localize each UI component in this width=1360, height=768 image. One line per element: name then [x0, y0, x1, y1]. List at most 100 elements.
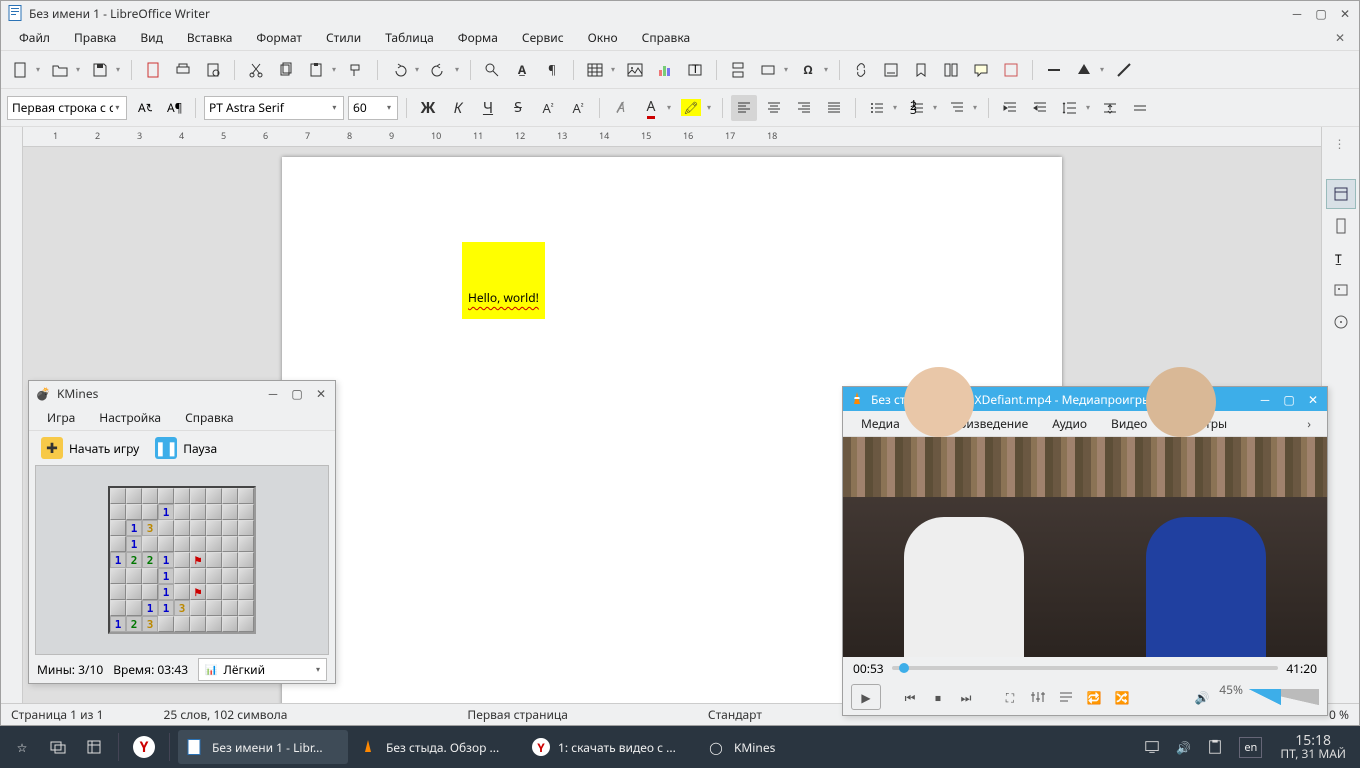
- print-button[interactable]: [170, 57, 196, 83]
- mine-cell[interactable]: 1: [158, 600, 174, 616]
- align-justify-button[interactable]: [821, 95, 847, 121]
- mine-cell[interactable]: [222, 600, 238, 616]
- mine-cell[interactable]: [174, 520, 190, 536]
- pause-button[interactable]: ❚❚ Пауза: [149, 434, 223, 462]
- mine-cell[interactable]: 3: [142, 616, 158, 632]
- mine-cell[interactable]: [190, 616, 206, 632]
- paragraph-style-combo[interactable]: ▾: [7, 96, 127, 120]
- status-word-count[interactable]: 25 слов, 102 символа: [163, 706, 287, 723]
- line-button[interactable]: [1041, 57, 1067, 83]
- mine-cell[interactable]: [158, 520, 174, 536]
- clear-format-button[interactable]: A̸: [608, 95, 634, 121]
- kmines-titlebar[interactable]: 💣 KMines ─ ▢ ✕: [29, 381, 335, 405]
- browser-button[interactable]: Y: [127, 730, 161, 764]
- mine-cell[interactable]: [206, 520, 222, 536]
- menu-Форма[interactable]: Форма: [446, 25, 510, 50]
- status-language[interactable]: Стандарт: [708, 706, 762, 723]
- files-button[interactable]: [78, 730, 110, 764]
- sidebar-page-icon[interactable]: [1326, 211, 1356, 241]
- export-pdf-button[interactable]: [140, 57, 166, 83]
- close-button[interactable]: ✕: [1305, 391, 1321, 407]
- mine-cell[interactable]: [158, 616, 174, 632]
- track-changes-button[interactable]: [998, 57, 1024, 83]
- mine-cell[interactable]: [222, 568, 238, 584]
- play-button[interactable]: ▶: [851, 684, 881, 710]
- mine-cell[interactable]: [174, 488, 190, 504]
- mine-cell[interactable]: 3: [142, 520, 158, 536]
- status-page-style[interactable]: Первая страница: [467, 706, 568, 723]
- font-color-button[interactable]: A: [638, 95, 664, 121]
- status-zoom[interactable]: 0 %: [1329, 706, 1349, 723]
- mine-cell[interactable]: [110, 520, 126, 536]
- mine-cell[interactable]: [206, 552, 222, 568]
- cross-ref-button[interactable]: [938, 57, 964, 83]
- tray-clipboard-icon[interactable]: [1201, 730, 1229, 764]
- writer-titlebar[interactable]: Без имени 1 - LibreOffice Writer ─ ▢ ✕: [1, 1, 1359, 25]
- next-button[interactable]: ⏭: [955, 686, 977, 708]
- maximize-button[interactable]: ▢: [1313, 5, 1329, 21]
- menu-Файл[interactable]: Файл: [7, 25, 62, 50]
- horizontal-ruler[interactable]: 123456789101112131415161718: [23, 127, 1321, 147]
- save-button[interactable]: [87, 57, 113, 83]
- mine-cell[interactable]: [174, 504, 190, 520]
- mine-cell[interactable]: [126, 584, 142, 600]
- open-button[interactable]: [47, 57, 73, 83]
- mine-cell[interactable]: [174, 616, 190, 632]
- footnote-button[interactable]: [878, 57, 904, 83]
- mine-cell[interactable]: [142, 568, 158, 584]
- bookmark-button[interactable]: [908, 57, 934, 83]
- mine-cell[interactable]: [142, 504, 158, 520]
- outline-button[interactable]: [944, 95, 970, 121]
- menu-Окно[interactable]: Окно: [576, 25, 630, 50]
- mine-cell[interactable]: [142, 488, 158, 504]
- new-style-button[interactable]: A¶: [161, 95, 187, 121]
- mine-cell[interactable]: [206, 536, 222, 552]
- copy-button[interactable]: [273, 57, 299, 83]
- mine-cell[interactable]: 1: [126, 520, 142, 536]
- menu-Настройка[interactable]: Настройка: [87, 405, 173, 430]
- menu-Формат[interactable]: Формат: [244, 25, 314, 50]
- mine-cell[interactable]: 1: [126, 536, 142, 552]
- prev-button[interactable]: ⏮: [899, 686, 921, 708]
- mine-cell[interactable]: 1: [158, 568, 174, 584]
- mine-cell[interactable]: [238, 520, 254, 536]
- insert-chart-button[interactable]: [652, 57, 678, 83]
- menu-Сервис[interactable]: Сервис: [510, 25, 576, 50]
- mine-cell[interactable]: [110, 568, 126, 584]
- bullets-button[interactable]: [864, 95, 890, 121]
- mute-button[interactable]: 🔊: [1191, 686, 1213, 708]
- status-page[interactable]: Страница 1 из 1: [11, 706, 103, 723]
- menu-Вставка[interactable]: Вставка: [175, 25, 245, 50]
- mine-cell[interactable]: [238, 584, 254, 600]
- minimize-button[interactable]: ─: [265, 385, 281, 401]
- menu-Правка[interactable]: Правка: [62, 25, 128, 50]
- font-size-combo[interactable]: ▾: [348, 96, 398, 120]
- mine-cell[interactable]: [238, 600, 254, 616]
- para-spacing-inc-button[interactable]: [1097, 95, 1123, 121]
- mine-cell[interactable]: [190, 600, 206, 616]
- new-doc-button[interactable]: [7, 57, 33, 83]
- taskbar-item-kmines[interactable]: ◯ KMines: [700, 730, 830, 764]
- mine-cell[interactable]: [206, 616, 222, 632]
- vertical-ruler[interactable]: [1, 127, 23, 703]
- mine-cell[interactable]: [238, 488, 254, 504]
- shapes-button[interactable]: [1071, 57, 1097, 83]
- clone-format-button[interactable]: [343, 57, 369, 83]
- time-elapsed[interactable]: 00:53: [853, 660, 884, 677]
- mine-cell[interactable]: 1: [110, 552, 126, 568]
- time-total[interactable]: 41:20: [1286, 660, 1317, 677]
- mine-cell[interactable]: [126, 504, 142, 520]
- italic-button[interactable]: К: [445, 95, 471, 121]
- mine-cell[interactable]: [206, 568, 222, 584]
- sidebar-navigator-icon[interactable]: [1326, 307, 1356, 337]
- superscript-button[interactable]: A²: [535, 95, 561, 121]
- align-right-button[interactable]: [791, 95, 817, 121]
- menu-Справка[interactable]: Справка: [173, 405, 246, 430]
- font-name-combo[interactable]: ▾: [204, 96, 344, 120]
- task-view-button[interactable]: [42, 730, 74, 764]
- mine-cell[interactable]: [190, 488, 206, 504]
- cut-button[interactable]: [243, 57, 269, 83]
- tray-language[interactable]: en: [1233, 730, 1268, 764]
- mine-cell[interactable]: [206, 488, 222, 504]
- menu-Таблица[interactable]: Таблица: [373, 25, 446, 50]
